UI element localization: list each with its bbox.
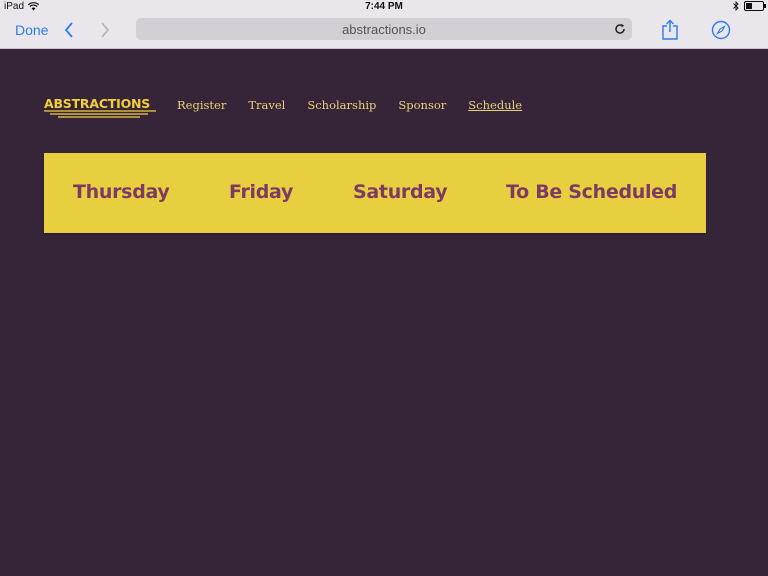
nav-travel[interactable]: Travel (248, 98, 285, 112)
url-text[interactable]: abstractions.io (136, 22, 632, 37)
nav-register[interactable]: Register (177, 98, 226, 112)
abstractions-logo[interactable]: ABSTRACTIONS (44, 93, 156, 119)
reload-icon[interactable] (612, 21, 628, 37)
done-button[interactable]: Done (15, 22, 48, 38)
logo-decoration-icon (44, 110, 156, 118)
back-chevron-icon[interactable] (63, 20, 75, 40)
browser-toolbar: Done abstractions.io (0, 14, 768, 49)
tab-saturday[interactable]: Saturday (353, 181, 448, 203)
nav-schedule[interactable]: Schedule (468, 98, 522, 112)
status-time: 7:44 PM (365, 1, 403, 12)
compass-icon[interactable] (711, 20, 731, 40)
battery-icon (744, 1, 766, 11)
address-bar[interactable]: abstractions.io (136, 18, 632, 40)
logo-text: ABSTRACTIONS (44, 96, 151, 111)
site-nav: Register Travel Scholarship Sponsor Sche… (177, 98, 544, 112)
status-bar: iPad 7:44 PM (0, 0, 768, 14)
bluetooth-icon (733, 1, 739, 11)
status-right (733, 1, 766, 11)
tab-thursday[interactable]: Thursday (73, 181, 170, 203)
tab-friday[interactable]: Friday (229, 181, 293, 203)
forward-chevron-icon[interactable] (99, 20, 111, 40)
web-page: ABSTRACTIONS Register Travel Scholarship… (0, 48, 768, 576)
tab-to-be-scheduled[interactable]: To Be Scheduled (506, 181, 677, 203)
battery-fill (746, 3, 752, 9)
nav-scholarship[interactable]: Scholarship (307, 98, 376, 112)
nav-sponsor[interactable]: Sponsor (398, 98, 446, 112)
schedule-day-tabs: Thursday Friday Saturday To Be Scheduled (44, 153, 706, 233)
share-icon[interactable] (661, 19, 679, 41)
